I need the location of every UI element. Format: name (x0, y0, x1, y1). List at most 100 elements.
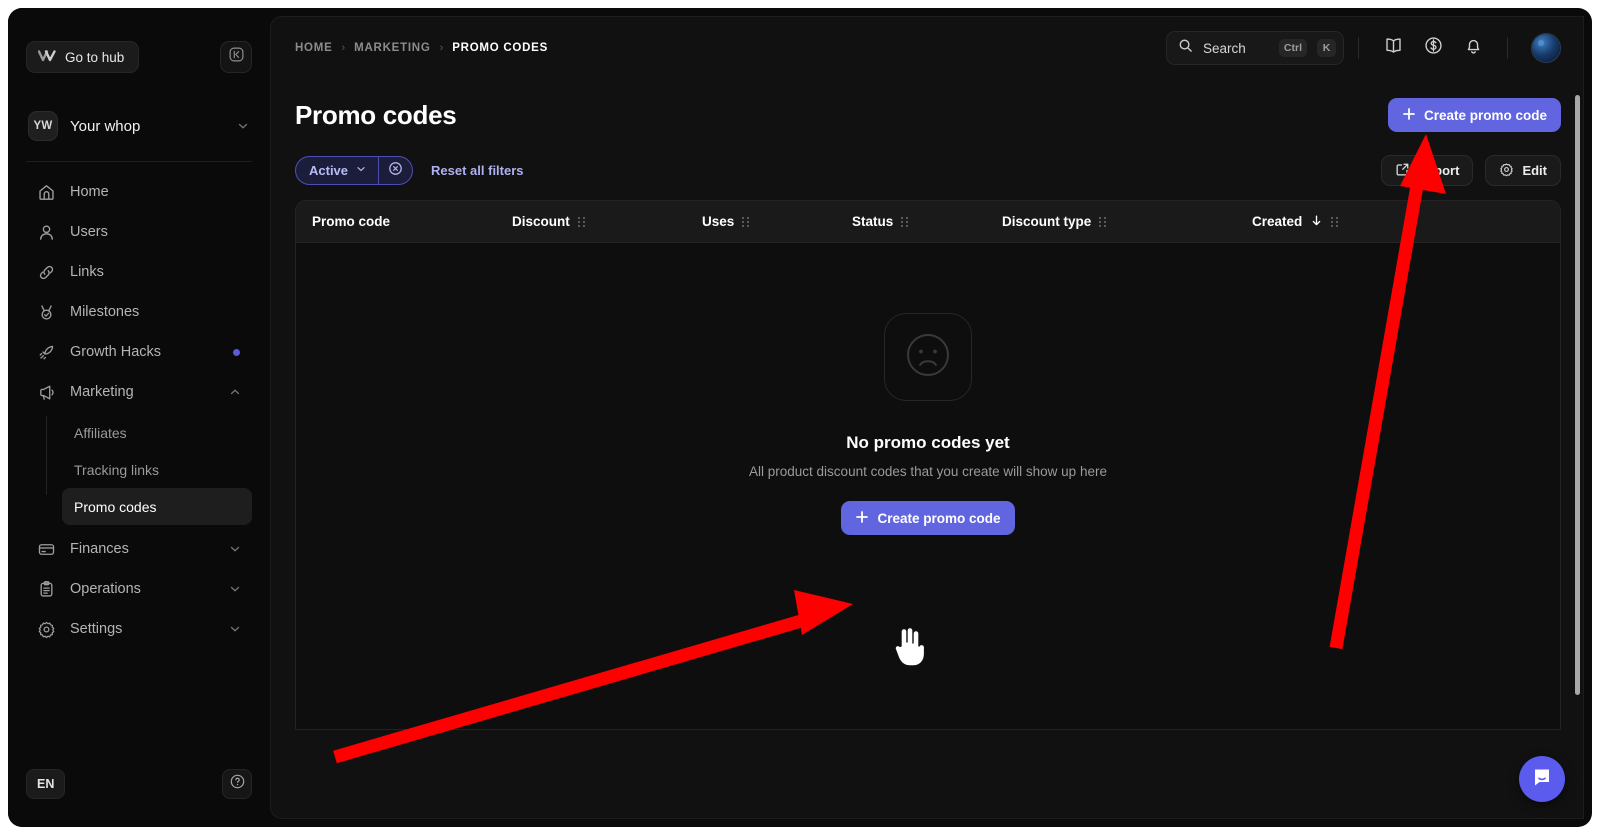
user-icon (36, 222, 56, 242)
megaphone-icon (36, 382, 56, 402)
book-icon (1383, 35, 1404, 61)
breadcrumb: HOME › MARKETING › PROMO CODES (295, 42, 1166, 54)
bell-icon (1463, 35, 1484, 61)
create-promo-code-label: Create promo code (877, 510, 1001, 526)
docs-button[interactable] (1378, 33, 1408, 63)
language-button[interactable]: EN (26, 769, 66, 799)
external-link-icon (1395, 162, 1410, 180)
sidebar-item-tracking-links[interactable]: Tracking links (62, 451, 252, 488)
export-label: Export (1418, 163, 1460, 178)
column-label: Status (852, 214, 894, 229)
column-label: Discount (512, 214, 570, 229)
plus-icon (1402, 107, 1416, 124)
milestone-icon (36, 302, 56, 322)
sidebar-divider (26, 161, 252, 162)
column-drag-handle-icon[interactable] (577, 216, 585, 227)
sidebar-item-label: Operations (70, 581, 141, 597)
sidebar-item-promo-codes[interactable]: Promo codes (62, 488, 252, 525)
column-header-discount-type[interactable]: Discount type (1002, 214, 1252, 229)
topbar-divider (1507, 37, 1508, 59)
column-header-status[interactable]: Status (852, 214, 1002, 229)
topbar-divider (1358, 37, 1359, 59)
filter-active-label-wrap[interactable]: Active (296, 157, 378, 184)
column-header-promo-code[interactable]: Promo code (312, 214, 512, 229)
breadcrumb-home[interactable]: HOME (295, 42, 333, 54)
sidebar-item-milestones[interactable]: Milestones (26, 292, 252, 332)
sidebar-nav: Home Users Links Milestones Growth Hacks… (26, 172, 252, 649)
edit-columns-button[interactable]: Edit (1485, 155, 1561, 186)
column-header-discount[interactable]: Discount (512, 214, 702, 229)
circle-x-icon (388, 161, 403, 181)
workspace-avatar: YW (28, 111, 58, 141)
sidebar-item-growth-hacks[interactable]: Growth Hacks (26, 332, 252, 372)
sidebar-item-home[interactable]: Home (26, 172, 252, 212)
hand-pointer-cursor (894, 626, 926, 667)
dollar-circle-icon (1423, 35, 1444, 61)
sidebar-item-label: Finances (70, 541, 129, 557)
column-label: Uses (702, 214, 735, 229)
column-drag-handle-icon[interactable] (1099, 216, 1107, 227)
credit-card-icon (36, 539, 56, 559)
column-header-created[interactable]: Created (1252, 214, 1339, 230)
breadcrumb-separator: › (341, 42, 346, 54)
sidebar-item-marketing[interactable]: Marketing (26, 372, 252, 412)
table-header-row: Promo code Discount Uses Status Discount… (296, 201, 1560, 243)
top-bar: HOME › MARKETING › PROMO CODES Search Ct… (271, 17, 1583, 79)
notifications-button[interactable] (1458, 33, 1488, 63)
chevron-up-icon (228, 385, 242, 399)
sidebar-item-users[interactable]: Users (26, 212, 252, 252)
sidebar-item-label: Milestones (70, 304, 140, 320)
collapse-sidebar-button[interactable] (220, 41, 252, 73)
export-button[interactable]: Export (1381, 155, 1474, 186)
workspace-switcher[interactable]: YW Your whop (26, 107, 252, 145)
search-input[interactable]: Search Ctrl K (1166, 31, 1344, 65)
search-shortcut-modifier: Ctrl (1278, 39, 1307, 57)
sad-face-icon (900, 327, 956, 388)
help-button[interactable] (222, 769, 252, 799)
content-scrollbar[interactable] (1575, 95, 1580, 695)
reset-all-filters-link[interactable]: Reset all filters (431, 163, 524, 178)
empty-state-title: No promo codes yet (846, 433, 1010, 452)
filter-active[interactable]: Active (295, 156, 414, 185)
column-header-uses[interactable]: Uses (702, 214, 852, 229)
chevron-down-icon (228, 622, 242, 636)
column-drag-handle-icon[interactable] (901, 216, 909, 227)
sidebar-item-finances[interactable]: Finances (26, 529, 252, 569)
filter-bar: Active Reset all filters Export Edit (271, 141, 1583, 200)
arrow-down-icon (1310, 214, 1323, 230)
search-icon (1178, 38, 1193, 58)
gear-icon (36, 619, 56, 639)
sidebar-item-affiliates[interactable]: Affiliates (62, 414, 252, 451)
sidebar-item-links[interactable]: Links (26, 252, 252, 292)
chevron-down-icon (228, 542, 242, 556)
sidebar-item-label: Growth Hacks (70, 344, 162, 360)
column-label: Created (1252, 214, 1303, 229)
go-to-hub-label: Go to hub (65, 49, 125, 65)
sidebar-item-label: Users (70, 224, 108, 240)
intercom-chat-button[interactable] (1519, 756, 1565, 802)
gear-icon (1499, 162, 1514, 180)
sidebar-item-label: Marketing (70, 384, 134, 400)
empty-state-icon-frame (884, 313, 972, 401)
sidebar-item-settings[interactable]: Settings (26, 609, 252, 649)
chevron-down-icon (355, 163, 367, 178)
home-icon (36, 182, 56, 202)
go-to-hub-button[interactable]: Go to hub (26, 41, 140, 73)
empty-state: No promo codes yet All product discount … (296, 313, 1560, 535)
chat-bubble-icon (1530, 765, 1554, 794)
sidebar-item-label: Settings (70, 621, 123, 637)
earnings-button[interactable] (1418, 33, 1448, 63)
sidebar-subitem-label: Affiliates (74, 424, 127, 441)
create-promo-code-button-empty[interactable]: Create promo code (841, 501, 1015, 535)
filter-clear-button[interactable] (379, 157, 412, 184)
sidebar: Go to hub YW Your whop Home Users Links … (8, 8, 270, 827)
breadcrumb-marketing[interactable]: MARKETING (354, 42, 430, 54)
create-promo-code-button-top[interactable]: Create promo code (1387, 98, 1561, 132)
column-drag-handle-icon[interactable] (742, 216, 750, 227)
user-avatar[interactable] (1531, 33, 1561, 63)
sidebar-item-operations[interactable]: Operations (26, 569, 252, 609)
column-drag-handle-icon[interactable] (1331, 216, 1339, 227)
breadcrumb-separator: › (439, 42, 444, 54)
sidebar-subitem-label: Promo codes (74, 498, 157, 515)
sidebar-header: Go to hub (26, 8, 252, 73)
